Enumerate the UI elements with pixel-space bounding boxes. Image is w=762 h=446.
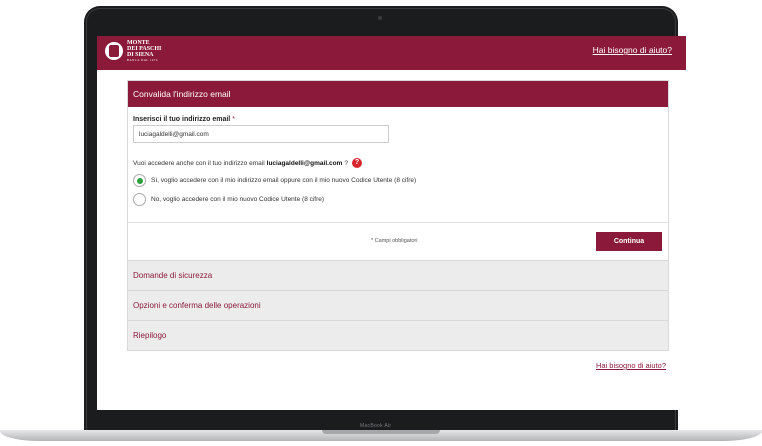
step-summary[interactable]: Riepilogo <box>128 320 668 350</box>
question-prefix: Vuoi accedere anche con il tuo indirizzo… <box>133 159 265 167</box>
logo-text: MONTE DEI PASCHI DI SIENA BANCA DAL 1472 <box>127 40 161 62</box>
camera-dot <box>378 16 382 20</box>
bank-logo: MONTE DEI PASCHI DI SIENA BANCA DAL 1472 <box>105 40 161 62</box>
option-no-label: No, voglio accedere con il mio nuovo Cod… <box>151 196 325 203</box>
required-mark: * <box>232 116 235 123</box>
email-label-text: Inserisci il tuo indirizzo email <box>133 116 231 123</box>
option-yes[interactable]: Sì, voglio accedere con il mio indirizzo… <box>133 174 416 187</box>
macbook-label: MacBook Air <box>360 423 392 429</box>
email-label: Inserisci il tuo indirizzo email * <box>133 116 235 123</box>
email-validation-card: Convalida l'indirizzo email Inserisci il… <box>127 80 669 351</box>
step-security-questions[interactable]: Domande di sicurezza <box>128 260 668 290</box>
laptop-notch <box>322 430 440 434</box>
radio-yes[interactable] <box>133 174 146 187</box>
question-email: luciagaldelli@gmail.com <box>266 159 343 167</box>
radio-no[interactable] <box>133 193 146 206</box>
continue-button[interactable]: Continua <box>596 232 662 251</box>
card-footer: * Campi obbligatori Continua <box>128 223 668 260</box>
email-input[interactable] <box>133 125 389 143</box>
question-suffix: ? <box>344 159 348 167</box>
top-bar: MONTE DEI PASCHI DI SIENA BANCA DAL 1472… <box>97 36 686 70</box>
email-login-question: Vuoi accedere anche con il tuo indirizzo… <box>133 158 362 168</box>
help-question-icon[interactable]: ? <box>351 158 362 168</box>
step-options-confirmation[interactable]: Opzioni e conferma delle operazioni <box>128 290 668 320</box>
help-link-top[interactable]: Hai bisogno di aiuto? <box>593 45 672 55</box>
option-no[interactable]: No, voglio accedere con il mio nuovo Cod… <box>133 193 324 206</box>
option-yes-label: Sì, voglio accedere con il mio indirizzo… <box>151 177 417 184</box>
screen: MONTE DEI PASCHI DI SIENA BANCA DAL 1472… <box>97 36 686 410</box>
required-fields-note: * Campi obbligatori <box>371 238 418 244</box>
card-title: Convalida l'indirizzo email <box>128 81 668 107</box>
card-body: Inserisci il tuo indirizzo email * Vuoi … <box>128 107 668 223</box>
help-link-bottom[interactable]: Hai bisogno di aiuto? <box>596 361 666 370</box>
bank-emblem-icon <box>105 42 123 60</box>
logo-sub: BANCA DAL 1472 <box>127 58 158 62</box>
